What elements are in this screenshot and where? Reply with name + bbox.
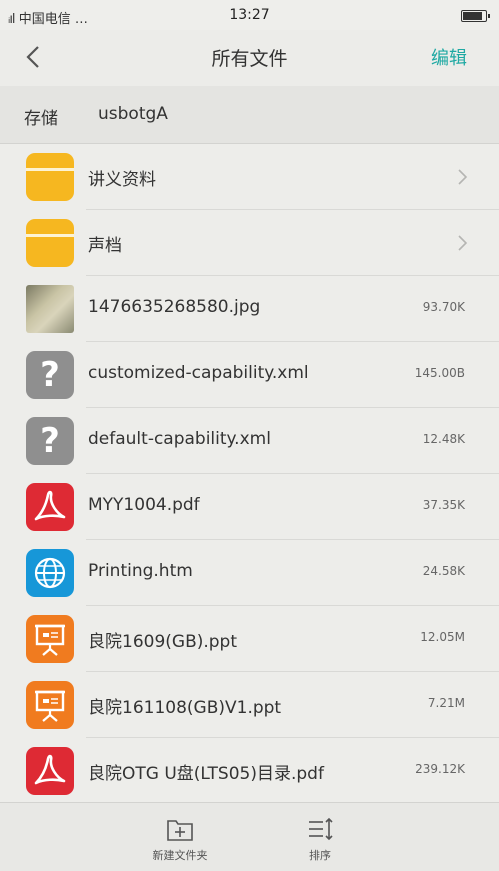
file-size: 37.35K	[422, 498, 465, 512]
nav-bar: 所有文件 编辑	[0, 30, 499, 86]
file-list: 讲义资料 声档 1476635268580.jpg 93.70K ? custo…	[0, 144, 499, 802]
file-size: 24.58K	[422, 564, 465, 578]
bottom-toolbar: 新建文件夹 排序	[0, 802, 499, 871]
sort-label: 排序	[309, 849, 331, 862]
new-folder-icon	[167, 820, 193, 841]
presentation-icon	[26, 681, 74, 729]
file-name: customized-capability.xml	[88, 363, 309, 383]
file-name: Printing.htm	[88, 561, 193, 581]
list-item[interactable]: Printing.htm 24.58K	[0, 540, 499, 606]
breadcrumb: 存储 usbotgA	[0, 86, 499, 144]
breadcrumb-current[interactable]: usbotgA	[98, 104, 168, 124]
file-name: 声档	[88, 236, 122, 256]
presentation-icon	[26, 615, 74, 663]
list-item[interactable]: 1476635268580.jpg 93.70K	[0, 276, 499, 342]
list-item[interactable]: 良院OTG U盘(LTS05)目录.pdf 239.12K	[0, 738, 499, 804]
globe-icon	[26, 549, 74, 597]
file-name: 良院OTG U盘(LTS05)目录.pdf	[88, 764, 324, 784]
edit-button[interactable]: 编辑	[431, 44, 467, 70]
list-item[interactable]: 良院161108(GB)V1.ppt 7.21M	[0, 672, 499, 738]
page-title: 所有文件	[211, 48, 288, 70]
pdf-icon	[26, 483, 74, 531]
status-time: 13:27	[229, 7, 270, 23]
battery-icon	[461, 10, 490, 22]
file-size: 145.00B	[414, 366, 465, 380]
chevron-right-icon	[458, 169, 468, 185]
chevron-right-icon	[458, 235, 468, 251]
file-name: 讲义资料	[88, 170, 156, 190]
new-folder-label: 新建文件夹	[152, 849, 208, 862]
file-size: 12.05M	[420, 630, 465, 644]
file-size: 7.21M	[427, 696, 465, 710]
file-size: 239.12K	[415, 762, 465, 776]
list-item[interactable]: ? customized-capability.xml 145.00B	[0, 342, 499, 408]
file-name: 1476635268580.jpg	[88, 297, 261, 317]
pdf-icon	[26, 747, 74, 795]
list-item[interactable]: 声档	[0, 210, 499, 276]
file-name: default-capability.xml	[88, 429, 271, 449]
file-name: 良院161108(GB)V1.ppt	[88, 698, 282, 718]
list-item[interactable]: MYY1004.pdf 37.35K	[0, 474, 499, 540]
folder-icon	[26, 153, 74, 201]
breadcrumb-root[interactable]: 存储	[24, 104, 58, 129]
list-item[interactable]: 良院1609(GB).ppt 12.05M	[0, 606, 499, 672]
file-size: 93.70K	[422, 300, 465, 314]
list-item[interactable]: 讲义资料	[0, 144, 499, 210]
status-bar: ᵢıl 中国电信 … 13:27	[0, 0, 499, 30]
new-folder-button[interactable]: 新建文件夹	[135, 815, 225, 863]
sort-button[interactable]: 排序	[275, 815, 365, 863]
image-thumbnail	[26, 285, 74, 333]
unknown-file-icon: ?	[26, 417, 74, 465]
unknown-file-icon: ?	[26, 351, 74, 399]
folder-icon	[26, 219, 74, 267]
file-name: MYY1004.pdf	[88, 495, 200, 515]
list-item[interactable]: ? default-capability.xml 12.48K	[0, 408, 499, 474]
battery-level	[463, 12, 482, 20]
sort-icon	[309, 817, 333, 841]
file-size: 12.48K	[422, 432, 465, 446]
file-name: 良院1609(GB).ppt	[88, 632, 238, 652]
